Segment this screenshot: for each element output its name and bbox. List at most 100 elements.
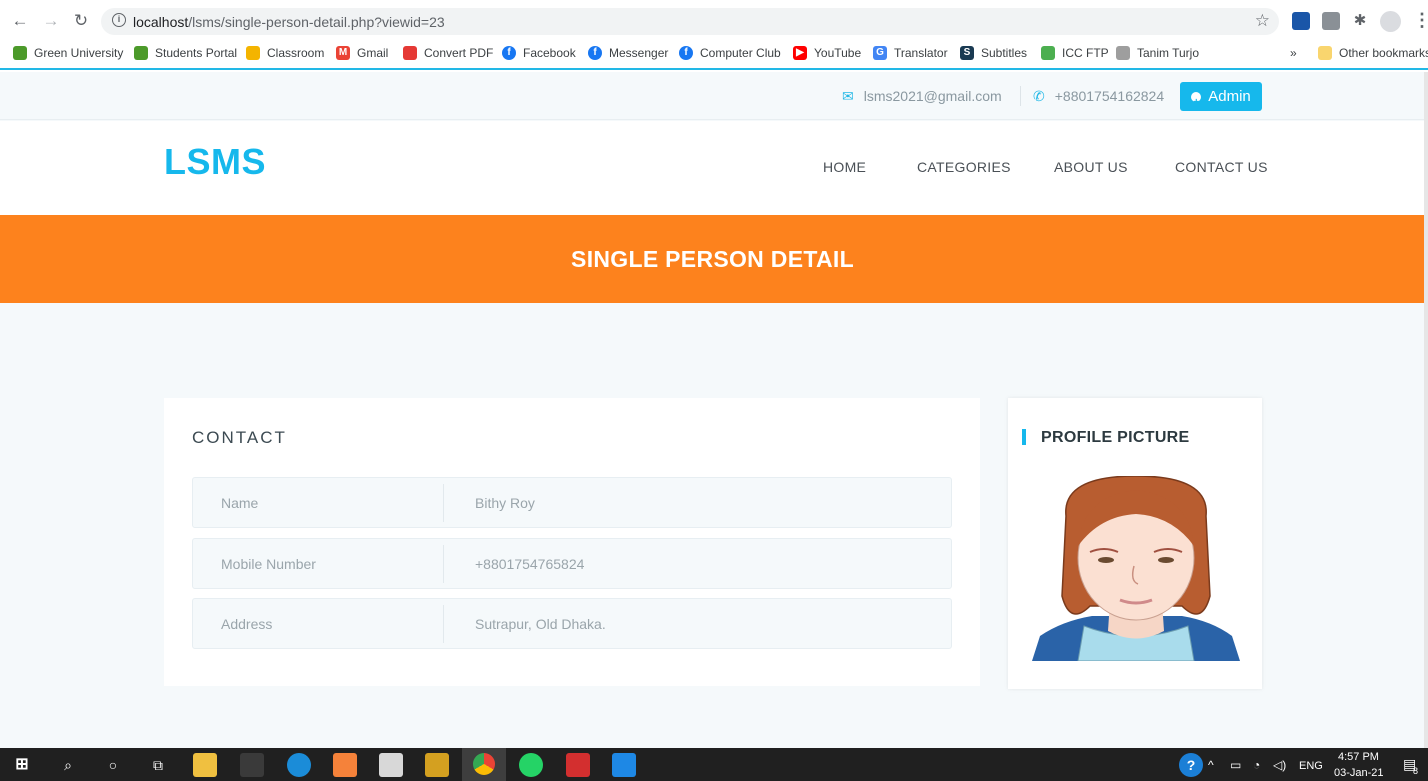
bookmark-item[interactable]: Convert PDF	[403, 46, 493, 60]
volume-icon[interactable]: ◁)	[1273, 758, 1286, 772]
help-icon[interactable]: ?	[1179, 753, 1203, 777]
detail-row: Name Bithy Roy	[192, 477, 952, 528]
puzzle-icon[interactable]: ✱	[1351, 12, 1369, 30]
bookmark-label: Gmail	[357, 46, 389, 60]
bookmark-item[interactable]: ▶ YouTube	[793, 46, 861, 60]
back-icon[interactable]: ←	[10, 11, 30, 31]
extension-icon[interactable]	[1322, 12, 1340, 30]
whatsapp-icon[interactable]	[519, 753, 543, 777]
bookmark-label: Facebook	[523, 46, 576, 60]
topbar-email[interactable]: ✉ lsms2021@gmail.com	[842, 88, 1002, 105]
clock-time[interactable]: 4:57 PM	[1338, 751, 1379, 763]
admin-button[interactable]: Admin	[1180, 82, 1262, 117]
bookmark-item[interactable]: G Translator	[873, 46, 948, 60]
nav-about-us[interactable]: ABOUT US	[1054, 159, 1128, 175]
app-icon[interactable]	[425, 753, 449, 777]
bookmark-label: Tanim Turjo	[1137, 46, 1200, 60]
bookmark-item[interactable]: ICC FTP	[1041, 46, 1109, 60]
wifi-icon[interactable]: ◔	[1253, 758, 1260, 772]
profile-picture	[1032, 476, 1240, 661]
task-view-icon[interactable]: ⧉	[146, 753, 170, 777]
xampp-icon[interactable]	[333, 753, 357, 777]
bookmark-label: YouTube	[814, 46, 862, 60]
bookmark-item[interactable]: f Computer Club	[679, 46, 781, 60]
profile-avatar-icon[interactable]	[1380, 11, 1401, 32]
bookmark-item[interactable]: M Gmail	[336, 46, 388, 60]
app-icon[interactable]	[379, 753, 403, 777]
address-bar[interactable]: i localhost/lsms/single-person-detail.ph…	[101, 8, 1279, 35]
bookmark-item[interactable]: S Subtitles	[960, 46, 1027, 60]
divider	[443, 484, 444, 522]
download-extension-icon[interactable]	[1292, 12, 1310, 30]
browser-menu-icon[interactable]: ⋮	[1413, 10, 1428, 30]
plus-circle-icon	[1191, 88, 1202, 117]
windows-taskbar: ⊞ ⌕ ○ ⧉ ? ^ ▭ ◔ ◁) ENG 4:57 PM 03-Jan-21…	[0, 748, 1428, 781]
store-icon[interactable]	[240, 753, 264, 777]
vscode-icon[interactable]	[612, 753, 636, 777]
divider	[1020, 86, 1021, 106]
bookmark-label: Messenger	[609, 46, 669, 60]
acrobat-icon[interactable]	[566, 753, 590, 777]
gmail-icon: M	[336, 46, 350, 60]
bookmark-item[interactable]: f Facebook	[502, 46, 576, 60]
bookmark-label: ICC FTP	[1062, 46, 1109, 60]
battery-icon[interactable]: ▭	[1230, 758, 1241, 772]
url-host: localhost	[133, 14, 189, 30]
bookmark-label: Convert PDF	[424, 46, 494, 60]
page-scrollbar[interactable]	[1424, 72, 1428, 748]
bookmark-item[interactable]: Classroom	[246, 46, 324, 60]
bookmark-label: Green University	[34, 46, 124, 60]
site-info-icon[interactable]: i	[112, 13, 126, 27]
bookmark-label: Classroom	[267, 46, 325, 60]
facebook-icon: f	[502, 46, 516, 60]
bookmark-label: Students Portal	[155, 46, 238, 60]
url-path: /lsms/single-person-detail.php?viewid=23	[188, 14, 445, 30]
bookmark-label: Computer Club	[700, 46, 781, 60]
bookmark-item[interactable]: Green University	[13, 46, 123, 60]
notification-count: 8	[1413, 766, 1419, 776]
clock-date[interactable]: 03-Jan-21	[1334, 767, 1384, 779]
web-page: ✉ lsms2021@gmail.com ✆ +8801754162824 Admi…	[0, 72, 1428, 748]
translate-icon: G	[873, 46, 887, 60]
bookmarks-overflow-button[interactable]: »	[1290, 46, 1297, 60]
detail-value: Bithy Roy	[475, 495, 535, 511]
file-explorer-icon[interactable]	[193, 753, 217, 777]
detail-value: Sutrapur, Old Dhaka.	[475, 616, 606, 632]
bookmark-favicon-icon	[134, 46, 148, 60]
language-indicator[interactable]: ENG	[1299, 760, 1323, 772]
nav-categories[interactable]: CATEGORIES	[917, 159, 1011, 175]
forward-icon[interactable]: →	[41, 11, 61, 31]
bookmark-item[interactable]: Students Portal	[134, 46, 237, 60]
chrome-taskbar-button[interactable]	[462, 748, 506, 781]
bookmark-star-icon[interactable]: ☆	[1255, 11, 1270, 31]
detail-label: Mobile Number	[221, 556, 316, 572]
detail-label: Name	[221, 495, 259, 511]
cortana-icon[interactable]: ○	[101, 753, 125, 777]
accent-bar	[1022, 429, 1026, 445]
bookmark-item[interactable]: f Messenger	[588, 46, 668, 60]
tray-chevron-icon[interactable]: ^	[1208, 758, 1214, 772]
profile-picture-card: PROFILE PICTURE	[1008, 398, 1262, 689]
envelope-icon: ✉	[842, 88, 854, 104]
topbar-phone[interactable]: ✆ +8801754162824	[1033, 88, 1164, 105]
edge-icon[interactable]	[287, 753, 311, 777]
url-text[interactable]: localhost/lsms/single-person-detail.php?…	[133, 14, 445, 30]
windows-start-icon[interactable]: ⊞	[10, 753, 34, 777]
nav-home[interactable]: HOME	[823, 159, 866, 175]
site-logo[interactable]: LSMS	[164, 141, 266, 183]
reload-icon[interactable]: ↻	[71, 11, 91, 31]
browser-toolbar: ← → ↻ i localhost/lsms/single-person-det…	[0, 0, 1428, 42]
bookmark-label: Subtitles	[981, 46, 1028, 60]
bookmark-item[interactable]: Tanim Turjo	[1116, 46, 1199, 60]
detail-row: Mobile Number +8801754765824	[192, 538, 952, 589]
facebook-icon: f	[679, 46, 693, 60]
nav-contact-us[interactable]: CONTACT US	[1175, 159, 1268, 175]
bookmark-label: Translator	[894, 46, 948, 60]
other-bookmarks-folder[interactable]: Other bookmarks	[1318, 46, 1428, 60]
search-icon[interactable]: ⌕	[56, 753, 80, 777]
facebook-icon: f	[588, 46, 602, 60]
chrome-icon	[473, 753, 495, 775]
contact-card: CONTACT Name Bithy Roy Mobile Number +88…	[164, 398, 980, 686]
phone-text: +8801754162824	[1054, 88, 1165, 104]
detail-row: Address Sutrapur, Old Dhaka.	[192, 598, 952, 649]
